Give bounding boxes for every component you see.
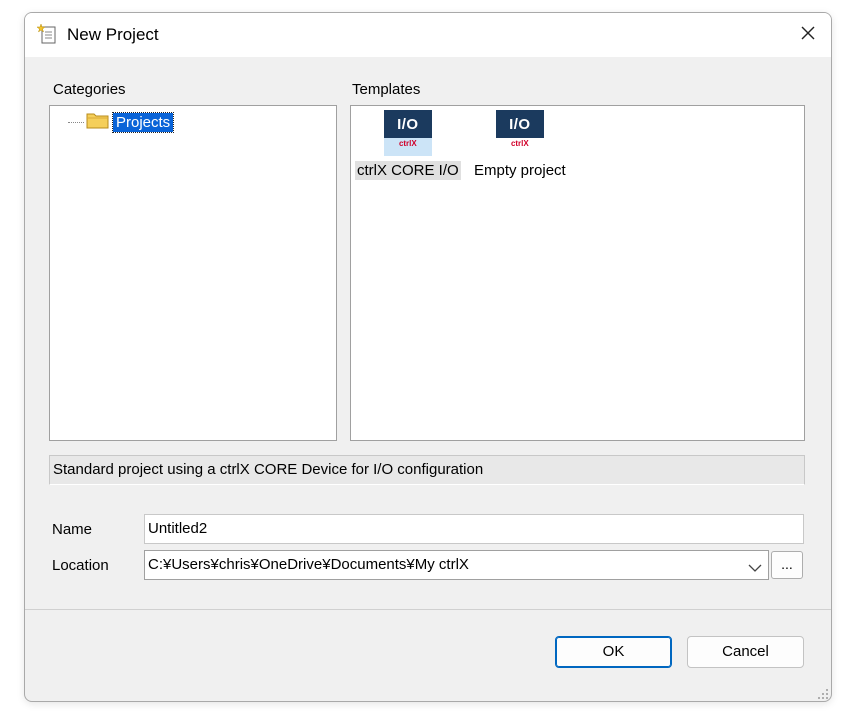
templates-label: Templates [352, 81, 421, 98]
location-combobox[interactable]: C:¥Users¥chris¥OneDrive¥Documents¥My ctr… [144, 550, 769, 580]
title-bar: New Project [25, 13, 831, 57]
ok-button[interactable]: OK [555, 636, 672, 668]
cancel-button[interactable]: Cancel [687, 636, 804, 668]
close-button[interactable] [785, 13, 831, 57]
template-item-empty-project[interactable]: I/O ctrlX Empty project [472, 110, 568, 180]
tree-item-label: Projects [111, 111, 175, 133]
categories-label: Categories [53, 81, 126, 98]
resize-grip-icon[interactable] [817, 687, 829, 699]
new-project-dialog: New Project Categories Templates Project… [24, 12, 832, 702]
location-value: C:¥Users¥chris¥OneDrive¥Documents¥My ctr… [148, 556, 469, 573]
tree-connector [68, 121, 84, 123]
chevron-down-icon[interactable] [748, 560, 762, 572]
io-template-icon: I/O ctrlX [383, 110, 432, 156]
folder-icon [86, 111, 110, 133]
new-document-icon [36, 23, 59, 45]
name-field[interactable]: Untitled2 [144, 514, 804, 544]
template-description: Standard project using a ctrlX CORE Devi… [49, 455, 805, 485]
name-label: Name [52, 521, 93, 538]
divider [25, 609, 831, 610]
template-label: Empty project [474, 162, 566, 179]
template-label: ctrlX CORE I/O [355, 161, 461, 180]
close-icon [800, 25, 816, 45]
io-template-icon: I/O ctrlX [495, 110, 544, 156]
tree-item-projects[interactable]: Projects [68, 111, 175, 133]
browse-button[interactable]: ... [771, 551, 803, 579]
location-label: Location [52, 557, 109, 574]
window-title: New Project [67, 25, 159, 44]
templates-list[interactable]: I/O ctrlX ctrlX CORE I/O I/O ctrlX Empty… [350, 105, 805, 441]
categories-tree[interactable]: Projects [49, 105, 337, 441]
template-item-ctrlx-core-io[interactable]: I/O ctrlX ctrlX CORE I/O [355, 110, 461, 180]
